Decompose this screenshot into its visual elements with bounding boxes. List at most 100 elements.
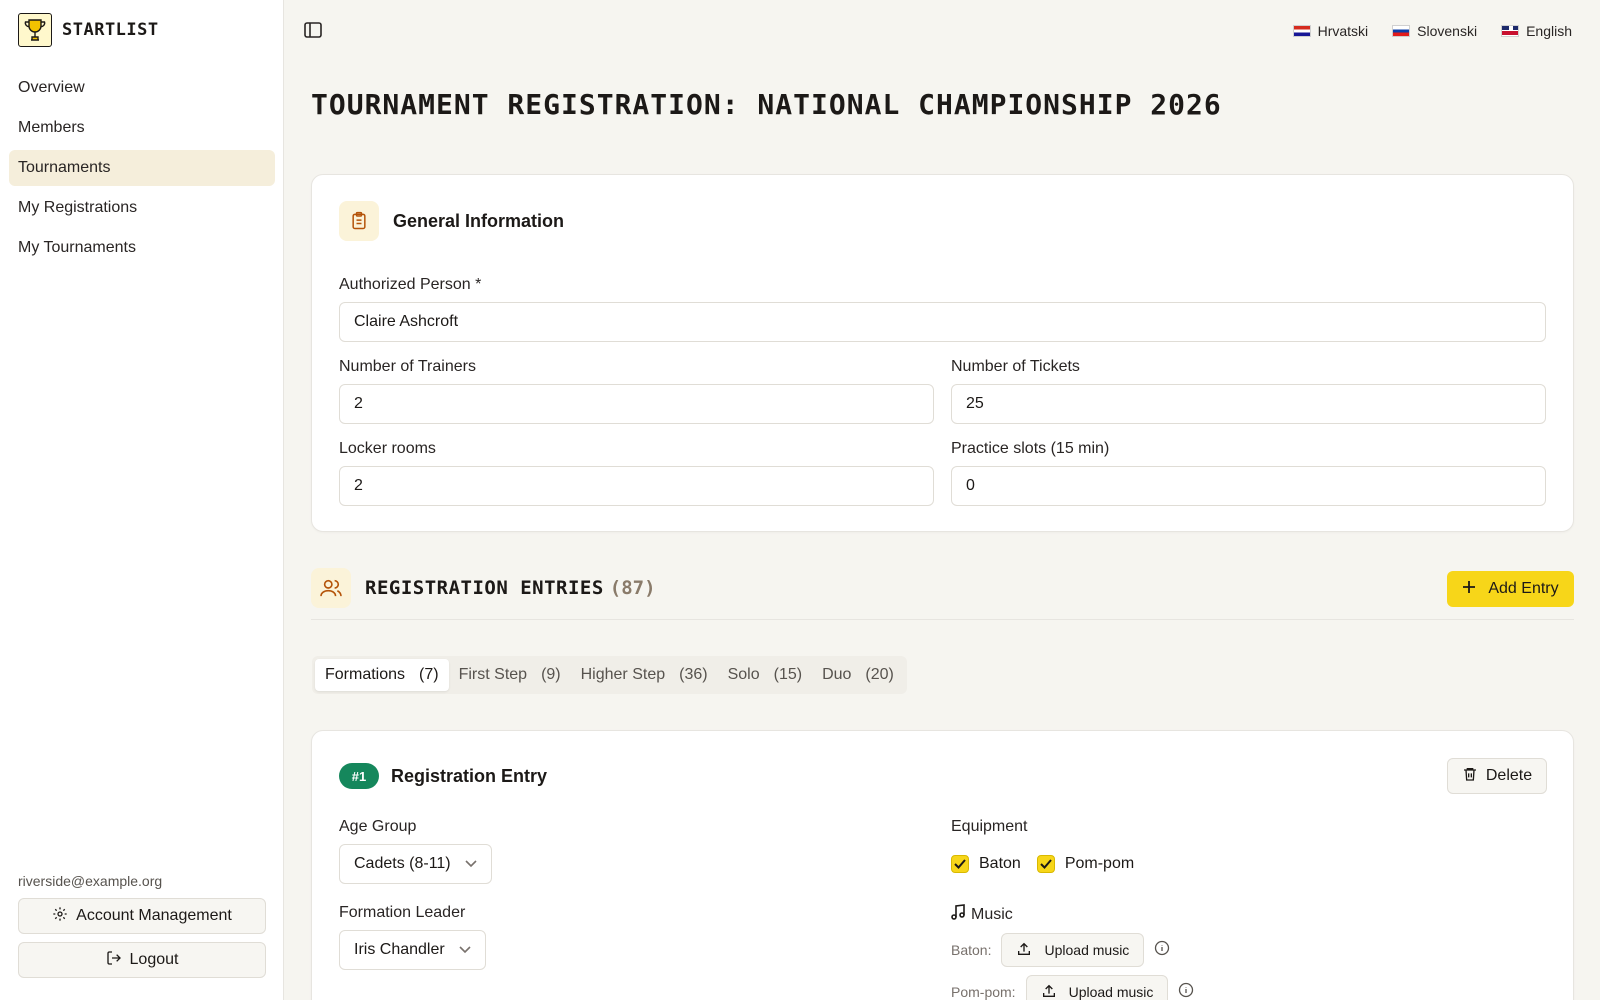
tickets-input[interactable]: 25 (951, 384, 1546, 424)
trainers-field: Number of Trainers 2 (339, 358, 934, 424)
music-row-label: Baton: (951, 942, 992, 958)
registration-entry-title: Registration Entry (391, 765, 548, 786)
language-label: Hrvatski (1317, 23, 1369, 39)
age-group-select[interactable]: Cadets (8-11) (339, 844, 492, 884)
tab-label: Higher Step (580, 666, 666, 683)
equipment-pompom-checkbox[interactable]: Pom-pom (1036, 855, 1135, 873)
trophy-icon (18, 13, 52, 47)
age-group-field: Age Group Cadets (8-11) (339, 818, 492, 884)
equipment-pompom-label: Pom-pom (1064, 855, 1135, 872)
plus-icon (1462, 580, 1476, 599)
upload-music-baton-button[interactable]: Upload music (1001, 933, 1145, 967)
tab-label: First Step (458, 666, 528, 683)
sidebar-footer: riverside@example.org Account Management… (18, 873, 266, 986)
equipment-field: Equipment Baton Pom-pom (951, 818, 1150, 884)
registration-entries-heading: REGISTRATION ENTRIES (87) (311, 568, 656, 608)
page-title: TOURNAMENT REGISTRATION: NATIONAL CHAMPI… (311, 88, 1222, 121)
tab-label: Solo (727, 666, 760, 683)
tab-count: (36) (679, 666, 708, 683)
trainers-label: Number of Trainers (339, 358, 476, 375)
account-management-label: Account Management (76, 907, 232, 924)
general-information-header: General Information (339, 201, 564, 241)
clipboard-icon (339, 201, 379, 241)
delete-button[interactable]: Delete (1447, 758, 1547, 794)
tickets-field: Number of Tickets 25 (951, 358, 1546, 424)
entry-number-badge: #1 (339, 763, 379, 789)
music-heading: Music (951, 904, 1194, 925)
language-english[interactable]: English (1493, 20, 1580, 42)
users-icon (311, 568, 351, 608)
locker-rooms-input[interactable]: 2 (339, 466, 934, 506)
info-icon[interactable] (1178, 982, 1194, 1000)
registration-entries-title: REGISTRATION ENTRIES (365, 577, 604, 599)
music-field: Music Baton: Upload music Pom-pom: Uploa… (951, 904, 1194, 1000)
tickets-label: Number of Tickets (951, 358, 1080, 375)
upload-icon (1041, 983, 1057, 1000)
locker-rooms-label: Locker rooms (339, 440, 436, 457)
slovenia-flag-icon (1392, 25, 1411, 37)
logout-button[interactable]: Logout (18, 942, 266, 978)
registration-entries-count: (87) (609, 577, 656, 599)
equipment-baton-checkbox[interactable]: Baton (951, 855, 1021, 873)
sidebar-item-my-tournaments[interactable]: My Tournaments (9, 230, 275, 266)
tab-higher-step[interactable]: Higher Step (36) (571, 659, 718, 691)
sidebar-nav: Overview Members Tournaments My Registra… (9, 70, 275, 270)
sidebar-item-my-registrations[interactable]: My Registrations (9, 190, 275, 226)
authorized-person-field: Authorized Person * Claire Ashcroft (339, 276, 1546, 342)
registration-entries-header: REGISTRATION ENTRIES (87) Add Entry (311, 568, 1574, 620)
equipment-label: Equipment (951, 818, 1028, 835)
formation-leader-value: Iris Chandler (354, 941, 445, 958)
tab-label: Duo (822, 666, 852, 683)
upload-icon (1016, 941, 1032, 960)
user-email: riverside@example.org (18, 873, 163, 889)
language-slovenski[interactable]: Slovenski (1384, 20, 1485, 42)
sidebar-item-overview[interactable]: Overview (9, 70, 275, 106)
tab-count: (20) (865, 666, 894, 683)
tab-label: Formations (325, 666, 406, 683)
account-management-button[interactable]: Account Management (18, 898, 266, 934)
gear-icon (52, 906, 68, 927)
sidebar: STARTLIST Overview Members Tournaments M… (0, 0, 284, 1000)
age-group-label: Age Group (339, 818, 417, 835)
croatia-flag-icon (1292, 25, 1311, 37)
brand-name: STARTLIST (62, 20, 159, 40)
upload-music-label: Upload music (1068, 984, 1154, 1000)
authorized-person-input[interactable]: Claire Ashcroft (339, 302, 1546, 342)
tab-count: (9) (541, 666, 561, 683)
sidebar-item-members[interactable]: Members (9, 110, 275, 146)
sidebar-item-tournaments[interactable]: Tournaments (9, 150, 275, 186)
logout-icon (106, 950, 122, 971)
formation-leader-select[interactable]: Iris Chandler (339, 930, 486, 970)
chevron-down-icon (465, 855, 477, 873)
check-icon (1036, 855, 1055, 873)
add-entry-button[interactable]: Add Entry (1447, 571, 1574, 607)
trainers-input[interactable]: 2 (339, 384, 934, 424)
general-information-title: General Information (393, 210, 565, 231)
registration-entry-card: #1 Registration Entry Delete Age Group C… (311, 730, 1574, 1000)
general-information-card: General Information Authorized Person * … (311, 174, 1574, 532)
brand[interactable]: STARTLIST (18, 13, 159, 47)
tab-formations[interactable]: Formations (7) (315, 659, 449, 691)
check-icon (951, 855, 969, 873)
sidebar-toggle-icon[interactable] (304, 22, 324, 40)
equipment-baton-label: Baton (979, 855, 1021, 872)
authorized-person-label: Authorized Person * (339, 276, 482, 293)
language-switcher: Hrvatski Slovenski English (1285, 20, 1580, 42)
add-entry-label: Add Entry (1488, 580, 1559, 597)
formation-leader-label: Formation Leader (339, 904, 466, 921)
tab-solo[interactable]: Solo (15) (718, 659, 812, 691)
formation-leader-field: Formation Leader Iris Chandler (339, 904, 486, 970)
music-row-label: Pom-pom: (951, 984, 1016, 1000)
language-hrvatski[interactable]: Hrvatski (1285, 20, 1377, 42)
upload-music-pompom-button[interactable]: Upload music (1025, 975, 1169, 1000)
practice-slots-field: Practice slots (15 min) 0 (951, 440, 1546, 506)
tab-first-step[interactable]: First Step (9) (449, 659, 571, 691)
locker-rooms-field: Locker rooms 2 (339, 440, 934, 506)
practice-slots-input[interactable]: 0 (951, 466, 1546, 506)
language-label: English (1526, 23, 1572, 39)
info-icon[interactable] (1154, 940, 1170, 961)
tab-duo[interactable]: Duo (20) (812, 659, 904, 691)
music-row-baton: Baton: Upload music (951, 933, 1194, 967)
tab-count: (15) (773, 666, 803, 683)
delete-label: Delete (1485, 767, 1533, 784)
